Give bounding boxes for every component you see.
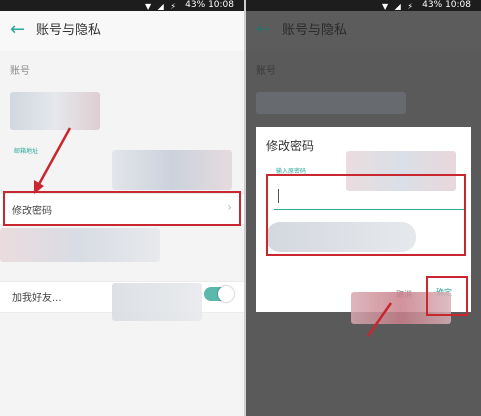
red-arrow-annotation — [366, 302, 393, 337]
right-screen: ▼ ◢ ⚡ 43% 10:08 ← 账号与隐私 账号 修改密码 输入原密码 取消… — [246, 0, 481, 416]
red-arrow-annotation — [34, 127, 72, 194]
left-screen: ▼ ◢ ⚡ 43% 10:08 ← 账号与隐私 账号 邮箱地址 修改密码 › 加… — [0, 0, 244, 416]
